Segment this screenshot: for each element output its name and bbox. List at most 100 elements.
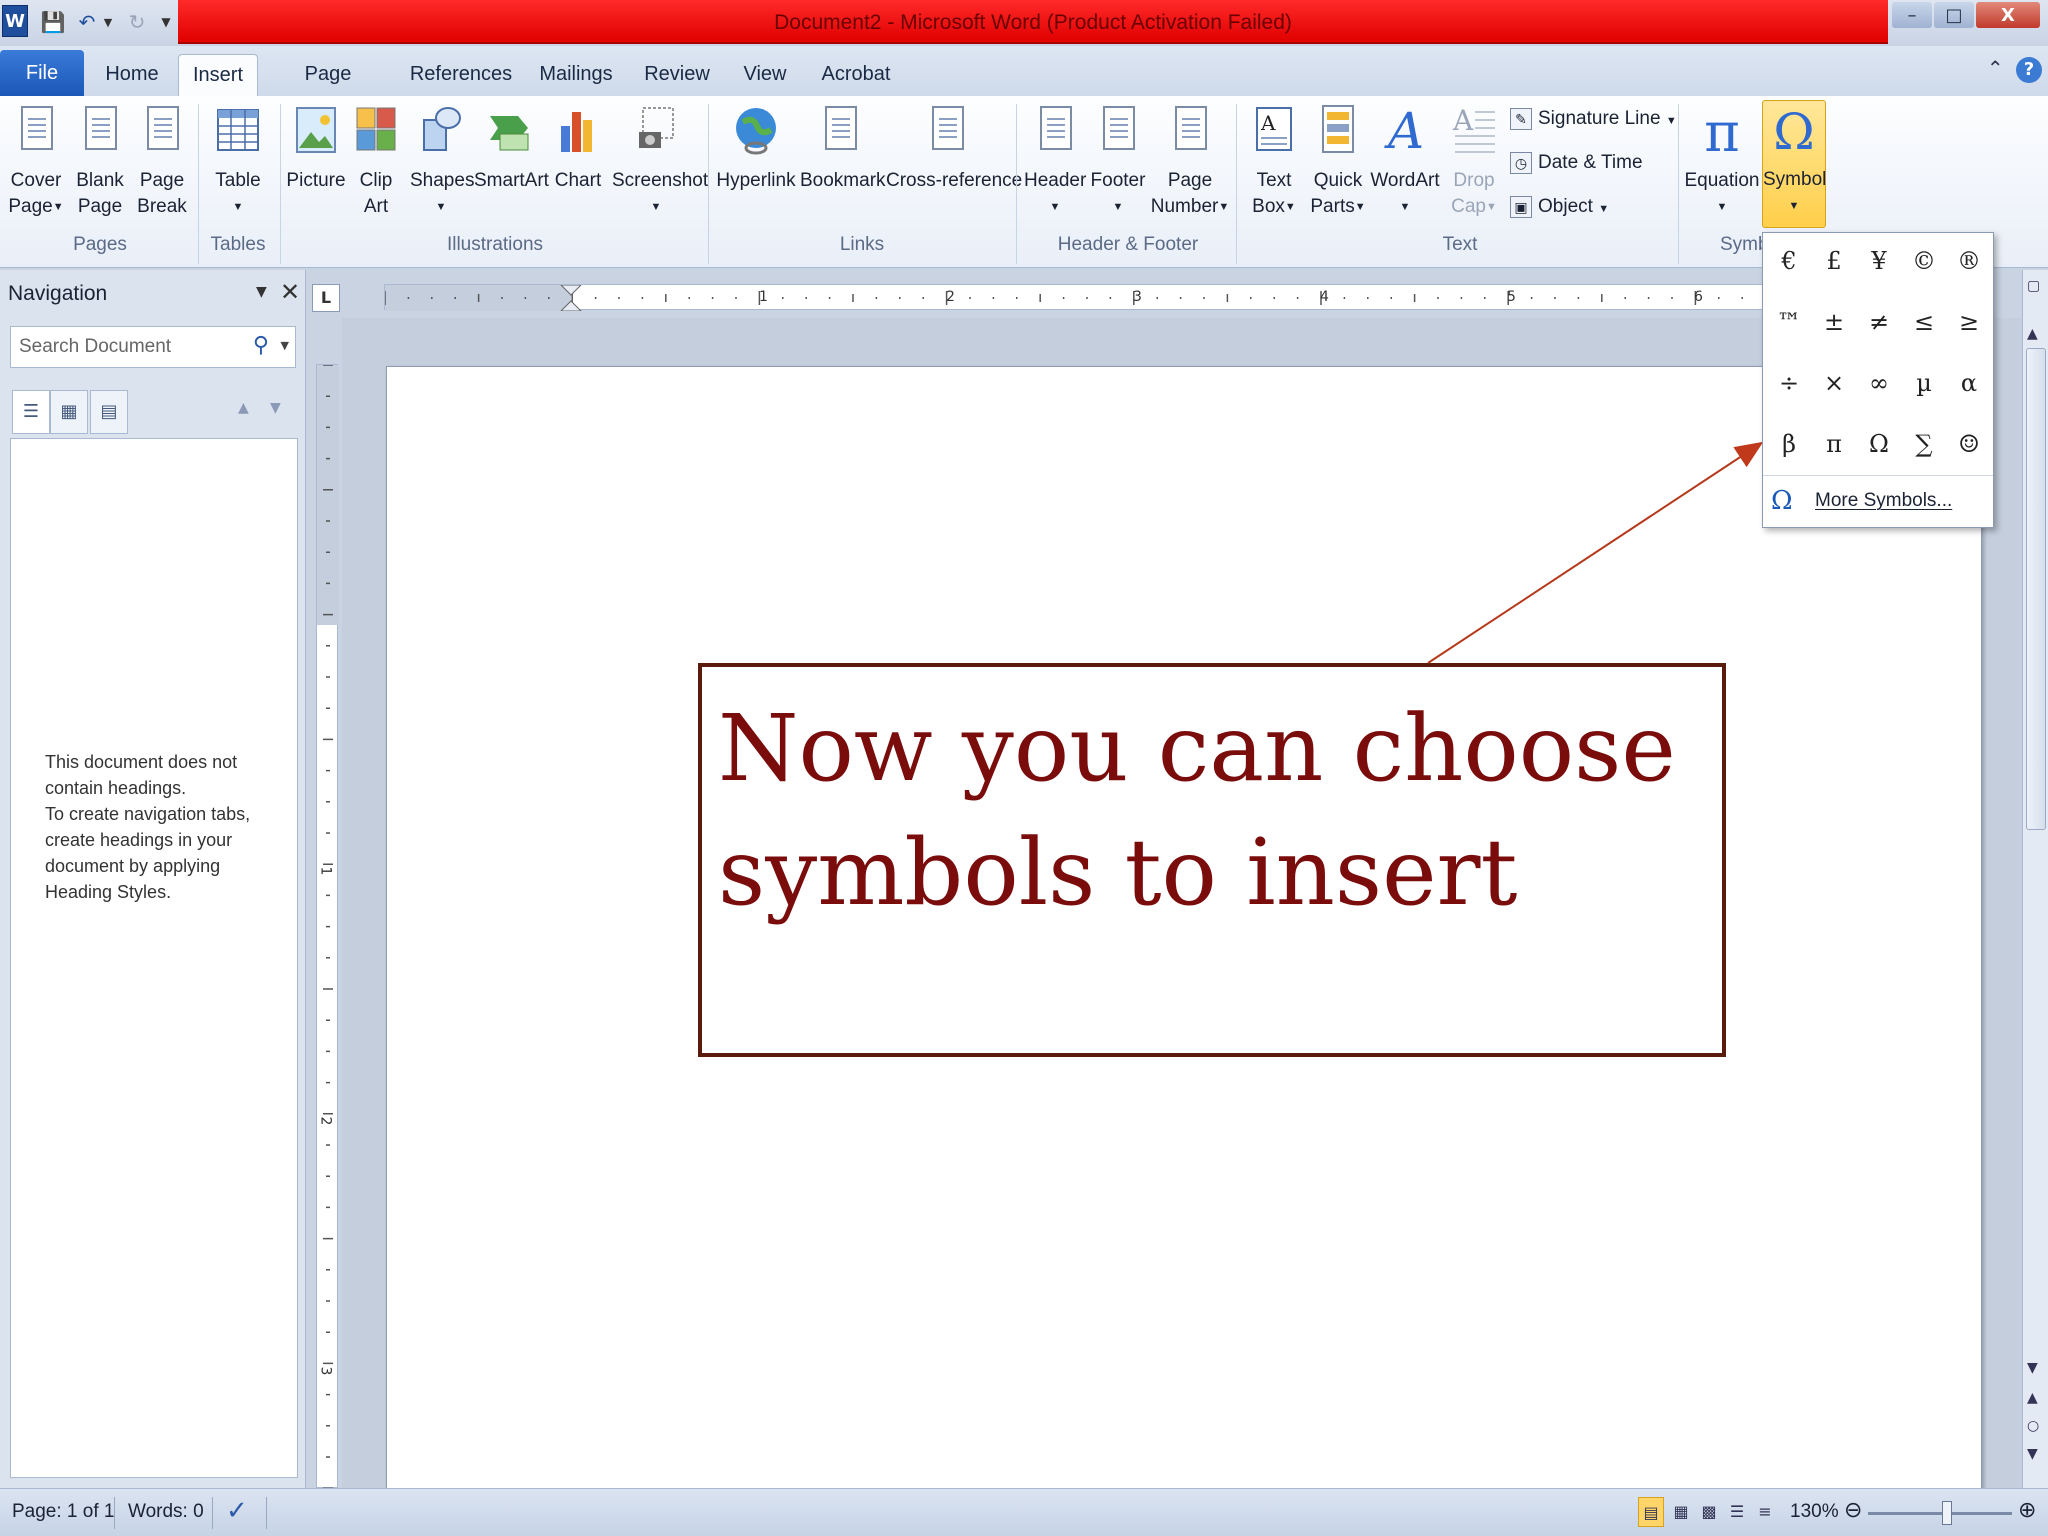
undo-icon[interactable]: ↶ — [74, 6, 100, 38]
symbol-cell[interactable]: ± — [1812, 294, 1856, 350]
symbol-cell[interactable]: α — [1947, 355, 1991, 411]
drop-cap-button[interactable]: A Drop Cap▼ — [1444, 102, 1504, 220]
smartart-button[interactable]: SmartArt — [474, 102, 549, 194]
symbol-button[interactable]: Ω Symbol ▼ — [1762, 100, 1826, 228]
tab-selector[interactable]: L — [312, 284, 340, 312]
zoom-level[interactable]: 130% — [1790, 1501, 1839, 1523]
symbol-cell[interactable]: ™ — [1767, 294, 1811, 350]
symbol-cell[interactable]: ÷ — [1767, 355, 1811, 411]
more-symbols-button[interactable]: Ω More Symbols... — [1763, 475, 1993, 527]
redo-icon[interactable]: ↻ — [124, 6, 150, 38]
shapes-button[interactable]: Shapes ▼ — [410, 102, 474, 220]
page-count[interactable]: Page: 1 of 1 — [12, 1501, 114, 1523]
vertical-scrollbar[interactable]: ▢ ▲ ▼ ▲ ○ ▼ — [2022, 270, 2048, 1488]
equation-button[interactable]: π Equation ▼ — [1684, 102, 1760, 220]
browse-object-icon[interactable]: ○ — [2027, 1418, 2039, 1434]
symbol-cell[interactable]: ≤ — [1902, 294, 1946, 350]
help-icon[interactable]: ? — [2016, 57, 2042, 83]
cover-page-button[interactable]: Cover Page▼ — [6, 102, 66, 220]
quick-parts-button[interactable]: Quick Parts▼ — [1308, 102, 1368, 220]
scroll-up-icon[interactable]: ▲ — [2027, 326, 2038, 342]
minimize-ribbon-icon[interactable]: ⌃ — [1987, 56, 2004, 80]
search-document-input[interactable]: Search Document ⚲ ▼ — [10, 326, 296, 368]
print-layout-icon[interactable]: ▤ — [1638, 1497, 1664, 1527]
tab-mailings[interactable]: Mailings — [536, 54, 616, 96]
hyperlink-button[interactable]: Hyperlink — [716, 102, 796, 194]
word-count[interactable]: Words: 0 — [128, 1501, 204, 1523]
browse-pages-tab[interactable]: ▦ — [50, 390, 88, 434]
maximize-button[interactable]: □ — [1934, 2, 1974, 28]
search-icon[interactable]: ⚲ — [253, 333, 269, 358]
vertical-ruler[interactable]: 1 2 3 — [316, 364, 339, 1489]
word-app-icon[interactable]: W — [2, 5, 28, 37]
symbol-cell[interactable]: € — [1767, 233, 1811, 289]
blank-page-button[interactable]: Blank Page — [70, 102, 130, 220]
outline-icon[interactable]: ☰ — [1724, 1497, 1750, 1527]
close-button[interactable]: X — [1976, 2, 2040, 28]
page-number-button[interactable]: Page Number▼ — [1150, 102, 1230, 220]
horizontal-ruler[interactable]: 1 2 3 4 5 6 — [384, 284, 1784, 311]
zoom-slider-thumb[interactable] — [1942, 1501, 1952, 1525]
customize-qat-icon[interactable]: ▼ — [158, 6, 174, 38]
tab-home[interactable]: Home — [100, 54, 164, 96]
undo-dropdown-icon[interactable]: ▼ — [100, 6, 116, 38]
symbol-cell[interactable]: ® — [1947, 233, 1991, 289]
symbol-cell[interactable]: × — [1812, 355, 1856, 411]
search-dropdown-icon[interactable]: ▼ — [281, 339, 289, 352]
signature-line-button[interactable]: ✎ Signature Line ▼ — [1510, 108, 1677, 130]
tab-references[interactable]: References — [406, 54, 516, 96]
symbol-cell[interactable]: Ω — [1857, 416, 1901, 472]
tab-review[interactable]: Review — [640, 54, 714, 96]
zoom-in-icon[interactable]: ⊕ — [2018, 1497, 2036, 1523]
next-page-icon[interactable]: ▼ — [2027, 1446, 2038, 1462]
zoom-out-icon[interactable]: ⊖ — [1844, 1497, 1862, 1523]
symbol-cell[interactable]: ☺ — [1947, 416, 1991, 472]
previous-heading-icon[interactable]: ▲ — [238, 400, 249, 416]
view-ruler-icon[interactable]: ▢ — [2027, 278, 2040, 294]
tab-insert[interactable]: Insert — [178, 54, 258, 96]
symbol-cell[interactable]: ∞ — [1857, 355, 1901, 411]
chart-button[interactable]: Chart — [550, 102, 606, 194]
symbol-cell[interactable]: £ — [1812, 233, 1856, 289]
clip-art-button[interactable]: Clip Art — [352, 102, 400, 220]
browse-headings-tab[interactable]: ☰ — [12, 390, 50, 434]
footer-button[interactable]: Footer ▼ — [1088, 102, 1148, 220]
symbol-cell[interactable]: ≠ — [1857, 294, 1901, 350]
page-break-button[interactable]: Page Break — [132, 102, 192, 220]
symbol-cell[interactable]: β — [1767, 416, 1811, 472]
zoom-slider[interactable] — [1868, 1512, 2012, 1515]
scroll-thumb[interactable] — [2026, 348, 2046, 830]
date-time-button[interactable]: ◷ Date & Time — [1510, 152, 1643, 174]
symbol-cell[interactable]: µ — [1902, 355, 1946, 411]
picture-button[interactable]: Picture — [284, 102, 348, 194]
tab-acrobat[interactable]: Acrobat — [816, 54, 896, 96]
tab-file[interactable]: File — [0, 50, 84, 96]
minimize-button[interactable]: – — [1892, 2, 1932, 28]
draft-icon[interactable]: ≡ — [1752, 1497, 1778, 1527]
object-button[interactable]: ▣ Object ▼ — [1510, 196, 1609, 218]
previous-page-icon[interactable]: ▲ — [2027, 1390, 2038, 1406]
table-button[interactable]: Table ▼ — [206, 102, 270, 220]
save-icon[interactable]: 💾 — [40, 6, 66, 38]
proofing-icon[interactable]: ✓ — [226, 1495, 248, 1526]
browse-results-tab[interactable]: ▤ — [90, 390, 128, 434]
bookmark-button[interactable]: Bookmark — [800, 102, 886, 194]
navigation-options-icon[interactable]: ▼ — [256, 284, 267, 300]
header-button[interactable]: Header ▼ — [1024, 102, 1086, 220]
tab-page-layout[interactable]: Page Layout — [272, 54, 384, 125]
text-box-button[interactable]: A Text Box▼ — [1244, 102, 1304, 220]
symbol-cell[interactable]: ≥ — [1947, 294, 1991, 350]
navigation-close-icon[interactable]: ✕ — [280, 278, 300, 306]
tab-view[interactable]: View — [736, 54, 794, 96]
wordart-button[interactable]: A WordArt ▼ — [1370, 102, 1440, 220]
screenshot-button[interactable]: Screenshot ▼ — [612, 102, 708, 220]
symbol-cell[interactable]: ¥ — [1857, 233, 1901, 289]
scroll-down-icon[interactable]: ▼ — [2027, 1360, 2038, 1376]
full-screen-reading-icon[interactable]: ▦ — [1668, 1497, 1694, 1527]
symbol-cell[interactable]: © — [1902, 233, 1946, 289]
symbol-cell[interactable]: π — [1812, 416, 1856, 472]
symbol-cell[interactable]: ∑ — [1902, 416, 1946, 472]
cross-reference-button[interactable]: Cross-reference — [886, 102, 1022, 194]
next-heading-icon[interactable]: ▼ — [270, 400, 281, 416]
web-layout-icon[interactable]: ▩ — [1696, 1497, 1722, 1527]
